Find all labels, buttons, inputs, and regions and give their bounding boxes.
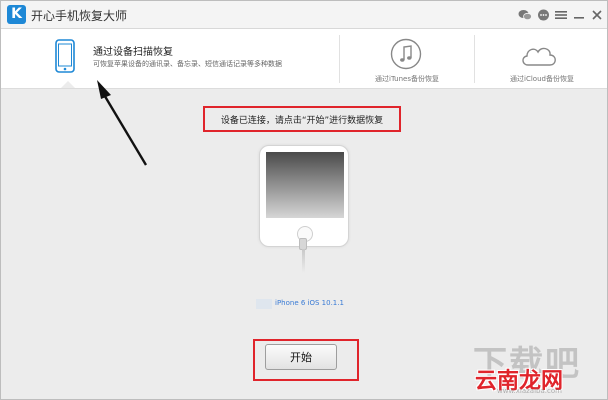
- app-window: K 开心手机恢复大师 通过设备扫描恢复 可恢复苹果设备的通讯录、备忘录、短信通话…: [0, 0, 608, 400]
- watermark-url: www.xiazaiba.com: [497, 387, 562, 395]
